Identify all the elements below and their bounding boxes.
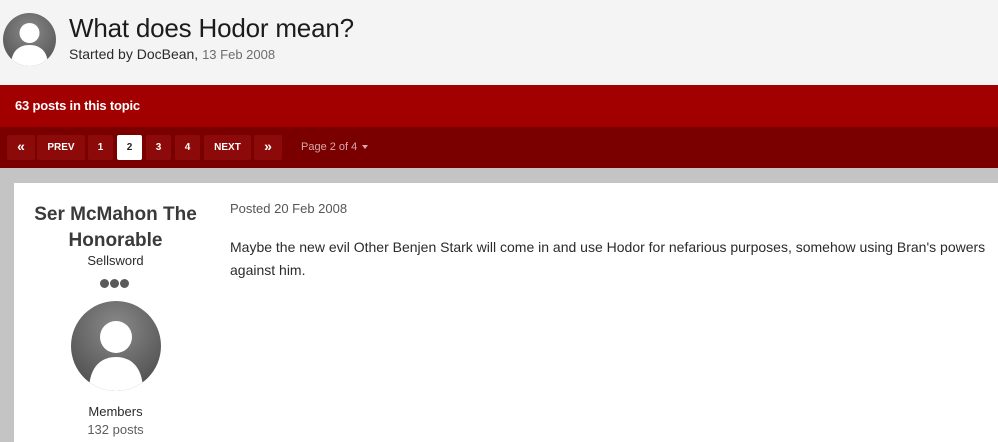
pagination-bar: « PREV 1 2 3 4 NEXT » Page 2 of 4 xyxy=(0,127,998,168)
started-by-label: Started by xyxy=(69,46,137,62)
first-page-icon[interactable]: « xyxy=(7,135,35,160)
post-count-bar: 63 posts in this topic xyxy=(0,85,998,127)
post-date[interactable]: Posted 20 Feb 2008 xyxy=(230,201,347,216)
rank-pip xyxy=(110,279,119,288)
caret-down-icon xyxy=(362,145,369,150)
page-1-button[interactable]: 1 xyxy=(88,135,113,160)
prev-page-button[interactable]: PREV xyxy=(37,135,85,160)
author-rank: Sellsword xyxy=(87,253,144,268)
author-post-count: 132 posts xyxy=(87,422,144,437)
next-page-button[interactable]: NEXT xyxy=(204,135,251,160)
page-4-button[interactable]: 4 xyxy=(175,135,200,160)
rank-pip xyxy=(120,279,129,288)
post-card: Ser McMahon The Honorable Sellsword Memb… xyxy=(14,183,998,442)
last-page-icon[interactable]: » xyxy=(254,135,282,160)
topic-author-link[interactable]: DocBean, xyxy=(137,46,198,62)
topic-header: What does Hodor mean? Started by DocBean… xyxy=(0,0,998,85)
page-info-label: Page 2 of 4 xyxy=(301,141,358,153)
post-author-name[interactable]: Ser McMahon The Honorable xyxy=(28,202,203,254)
author-avatar-icon[interactable] xyxy=(71,301,161,391)
user-avatar-icon[interactable] xyxy=(3,13,56,66)
post-body: Maybe the new evil Other Benjen Stark wi… xyxy=(230,239,986,278)
author-group: Members xyxy=(88,404,143,419)
page-2-button[interactable]: 2 xyxy=(117,135,142,160)
rank-pips-icon xyxy=(100,275,132,288)
post-count: 63 posts in this topic xyxy=(15,98,140,113)
topic-title: What does Hodor mean? xyxy=(69,13,354,43)
topic-meta: Started by DocBean, 13 Feb 2008 xyxy=(69,46,275,62)
topic-date: 13 Feb 2008 xyxy=(202,47,276,62)
rank-pip xyxy=(100,279,109,288)
page-jump-dropdown[interactable]: Page 2 of 4 xyxy=(301,141,369,153)
page-3-button[interactable]: 3 xyxy=(146,135,171,160)
